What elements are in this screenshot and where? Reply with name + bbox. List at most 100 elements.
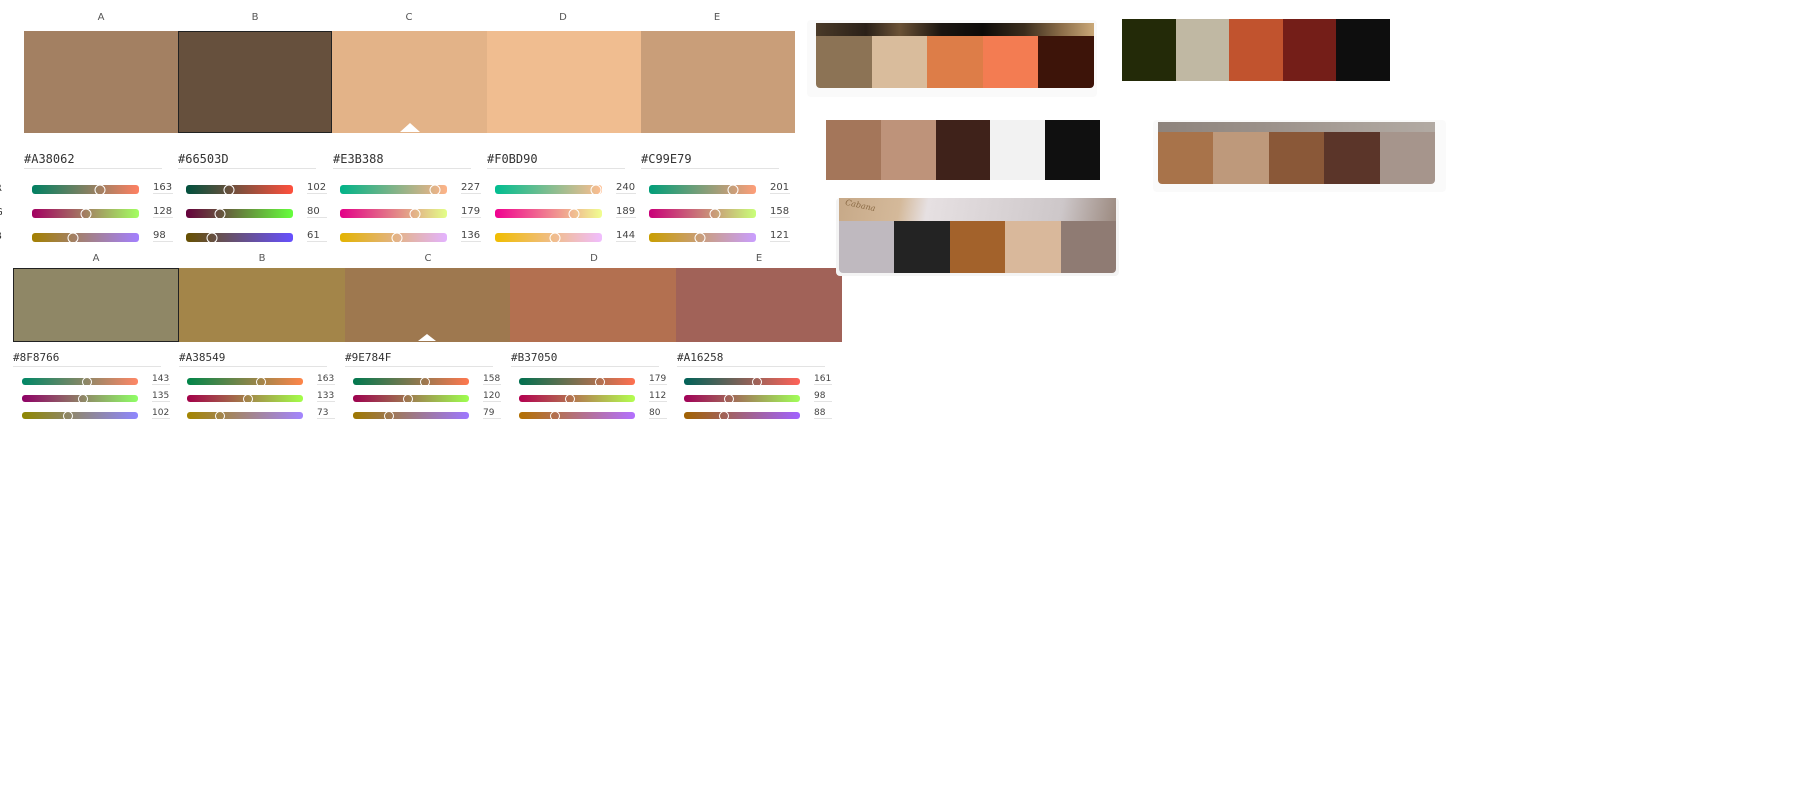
slider-knob[interactable] bbox=[549, 232, 561, 243]
swatch-e[interactable] bbox=[640, 31, 796, 133]
slider-knob[interactable] bbox=[82, 376, 93, 387]
red-slider-b[interactable] bbox=[186, 184, 293, 195]
blue-slider-b[interactable] bbox=[186, 232, 293, 243]
green-value-d[interactable]: 112 bbox=[649, 391, 667, 402]
palette-color-3[interactable] bbox=[1229, 19, 1283, 81]
slider-knob[interactable] bbox=[223, 184, 235, 195]
green-slider-a[interactable] bbox=[32, 208, 139, 219]
palette-color-1[interactable] bbox=[1122, 19, 1176, 81]
blue-value-e[interactable]: 88 bbox=[814, 408, 832, 419]
slider-knob[interactable] bbox=[564, 393, 575, 404]
palette-color-4[interactable] bbox=[1282, 19, 1337, 81]
palette-5-swatches[interactable] bbox=[839, 221, 1116, 273]
green-slider-b[interactable] bbox=[186, 208, 293, 219]
swatch-b[interactable] bbox=[178, 31, 333, 133]
blue-value-a[interactable]: 102 bbox=[152, 408, 170, 419]
swatch-a[interactable] bbox=[13, 268, 179, 342]
red-value-c[interactable]: 227 bbox=[461, 182, 481, 194]
source-photo-thumbnail[interactable] bbox=[816, 23, 1094, 36]
palette-color-4[interactable] bbox=[982, 36, 1039, 88]
red-value-b[interactable]: 163 bbox=[317, 374, 335, 385]
blue-value-e[interactable]: 121 bbox=[770, 230, 790, 242]
red-slider-e[interactable] bbox=[684, 376, 800, 387]
slider-knob[interactable] bbox=[391, 232, 403, 243]
swatch-a[interactable] bbox=[24, 31, 179, 133]
blue-value-a[interactable]: 98 bbox=[153, 230, 173, 242]
blue-slider-d[interactable] bbox=[495, 232, 602, 243]
palette-color-3[interactable] bbox=[927, 36, 983, 88]
green-slider-c[interactable] bbox=[353, 393, 469, 404]
blue-value-b[interactable]: 73 bbox=[317, 408, 335, 419]
blue-slider-a[interactable] bbox=[32, 232, 139, 243]
blue-slider-c[interactable] bbox=[340, 232, 447, 243]
palette-color-2[interactable] bbox=[1175, 19, 1230, 81]
palette-color-2[interactable] bbox=[880, 120, 936, 180]
palette-color-5[interactable] bbox=[1336, 19, 1390, 81]
slider-knob[interactable] bbox=[383, 410, 394, 421]
red-slider-c[interactable] bbox=[353, 376, 469, 387]
slider-knob[interactable] bbox=[550, 410, 561, 421]
slider-knob[interactable] bbox=[80, 208, 92, 219]
palette-color-5[interactable] bbox=[1379, 132, 1435, 184]
slider-knob[interactable] bbox=[63, 410, 74, 421]
hex-input-b[interactable]: #A38549 bbox=[179, 351, 327, 367]
slider-knob[interactable] bbox=[568, 208, 580, 219]
green-slider-c[interactable] bbox=[340, 208, 447, 219]
green-value-c[interactable]: 120 bbox=[483, 391, 501, 402]
palette-color-5[interactable] bbox=[1038, 36, 1094, 88]
green-value-a[interactable]: 128 bbox=[153, 206, 173, 218]
palette-color-1[interactable] bbox=[839, 221, 895, 273]
slider-knob[interactable] bbox=[694, 232, 706, 243]
source-photo-thumbnail[interactable]: Cabana bbox=[839, 198, 1116, 221]
palette-color-5[interactable] bbox=[1060, 221, 1116, 273]
slider-knob[interactable] bbox=[214, 208, 226, 219]
blue-value-d[interactable]: 144 bbox=[616, 230, 636, 242]
slider-knob[interactable] bbox=[752, 376, 763, 387]
slider-knob[interactable] bbox=[709, 208, 721, 219]
slider-knob[interactable] bbox=[206, 232, 218, 243]
palette-color-1[interactable] bbox=[1158, 132, 1214, 184]
red-value-a[interactable]: 143 bbox=[152, 374, 170, 385]
hex-input-c[interactable]: #9E784F bbox=[345, 351, 493, 367]
slider-knob[interactable] bbox=[719, 410, 730, 421]
slider-knob[interactable] bbox=[409, 208, 421, 219]
green-slider-d[interactable] bbox=[519, 393, 635, 404]
green-value-c[interactable]: 179 bbox=[461, 206, 481, 218]
red-value-b[interactable]: 102 bbox=[307, 182, 327, 194]
green-slider-b[interactable] bbox=[187, 393, 303, 404]
red-slider-e[interactable] bbox=[649, 184, 756, 195]
slider-knob[interactable] bbox=[215, 410, 226, 421]
palette-1-swatches[interactable] bbox=[816, 36, 1094, 88]
blue-slider-d[interactable] bbox=[519, 410, 635, 421]
palette-color-4[interactable] bbox=[1324, 132, 1380, 184]
slider-knob[interactable] bbox=[242, 393, 253, 404]
red-value-d[interactable]: 240 bbox=[616, 182, 636, 194]
green-value-b[interactable]: 133 bbox=[317, 391, 335, 402]
red-value-d[interactable]: 179 bbox=[649, 374, 667, 385]
blue-value-c[interactable]: 136 bbox=[461, 230, 481, 242]
slider-knob[interactable] bbox=[419, 376, 430, 387]
green-value-e[interactable]: 158 bbox=[770, 206, 790, 218]
slider-knob[interactable] bbox=[727, 184, 739, 195]
blue-value-d[interactable]: 80 bbox=[649, 408, 667, 419]
red-value-a[interactable]: 163 bbox=[153, 182, 173, 194]
green-slider-d[interactable] bbox=[495, 208, 602, 219]
palette-color-1[interactable] bbox=[816, 36, 872, 88]
hex-input-b[interactable]: #66503D bbox=[178, 152, 316, 169]
red-slider-c[interactable] bbox=[340, 184, 447, 195]
red-slider-a[interactable] bbox=[32, 184, 139, 195]
red-value-e[interactable]: 201 bbox=[770, 182, 790, 194]
palette-color-2[interactable] bbox=[871, 36, 928, 88]
green-slider-e[interactable] bbox=[649, 208, 756, 219]
hex-input-d[interactable]: #F0BD90 bbox=[487, 152, 625, 169]
red-slider-d[interactable] bbox=[495, 184, 602, 195]
blue-slider-a[interactable] bbox=[22, 410, 138, 421]
swatch-c[interactable] bbox=[344, 268, 511, 342]
red-value-e[interactable]: 161 bbox=[814, 374, 832, 385]
slider-knob[interactable] bbox=[402, 393, 413, 404]
palette-color-2[interactable] bbox=[1213, 132, 1269, 184]
green-slider-e[interactable] bbox=[684, 393, 800, 404]
slider-knob[interactable] bbox=[94, 184, 106, 195]
palette-color-4[interactable] bbox=[990, 120, 1046, 180]
green-slider-a[interactable] bbox=[22, 393, 138, 404]
